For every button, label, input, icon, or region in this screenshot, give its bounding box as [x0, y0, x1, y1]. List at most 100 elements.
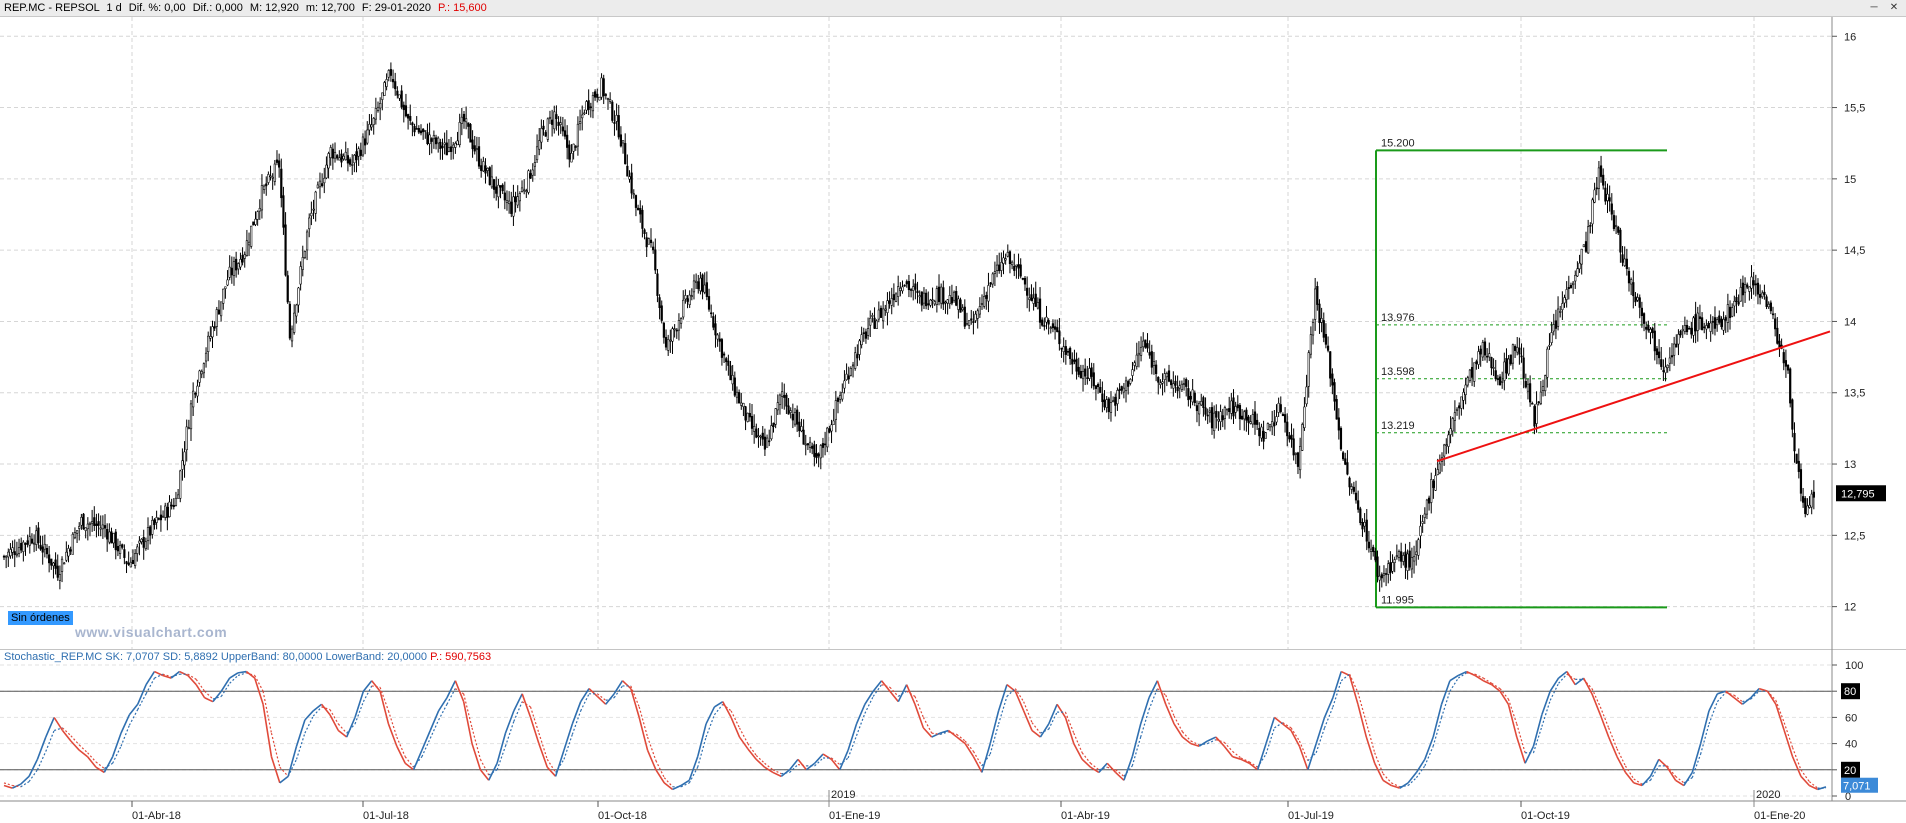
candle-body	[192, 390, 195, 408]
candle-body	[1148, 352, 1151, 356]
sk-line-segment	[1415, 758, 1426, 773]
candle-body	[250, 225, 253, 247]
candle-body	[422, 128, 425, 133]
candle-body	[417, 128, 420, 133]
candle-body	[1716, 319, 1719, 326]
candle-body	[1563, 297, 1566, 304]
candle-body	[243, 254, 246, 259]
candle-body	[284, 224, 287, 276]
candle-body	[1066, 350, 1070, 353]
candle-body	[1664, 366, 1667, 374]
date-tick-label: 01-Oct-19	[1521, 810, 1570, 822]
candle-body	[841, 392, 844, 400]
sk-line-segment	[204, 697, 214, 703]
candle-body	[933, 301, 936, 305]
candle-body	[632, 193, 635, 196]
candle-body	[452, 144, 455, 149]
candle-body	[1625, 258, 1628, 270]
candle-body	[73, 532, 77, 539]
orders-badge[interactable]: Sin órdenes	[8, 611, 73, 625]
candle-body	[58, 574, 61, 581]
sd-line-segment	[28, 769, 38, 782]
candle-body	[542, 125, 545, 130]
candle-body	[1096, 384, 1100, 388]
candle-body	[1427, 497, 1431, 504]
candle-body	[729, 365, 732, 381]
stochastic-sk: SK: 7,0707	[105, 651, 160, 663]
candle-body	[411, 122, 414, 126]
candle-body	[1114, 396, 1117, 406]
candle-body	[219, 301, 223, 317]
sk-line-segment	[3, 784, 13, 789]
candle-body	[224, 286, 227, 289]
candle-body	[370, 124, 373, 128]
candle-body	[849, 367, 852, 376]
close-icon[interactable]: ✕	[1889, 3, 1899, 13]
candle-body	[241, 254, 244, 263]
candle-body	[1051, 323, 1055, 329]
candle-body	[166, 506, 169, 519]
sk-line-segment	[646, 749, 657, 771]
candle-body	[725, 358, 728, 363]
candle-body	[1700, 317, 1704, 330]
candle-body	[1049, 327, 1052, 329]
candle-body	[131, 559, 135, 565]
candle-body	[1477, 351, 1480, 365]
candle-body	[690, 295, 693, 297]
sk-line-segment	[1708, 693, 1719, 712]
candle-body	[288, 303, 291, 339]
price-chart[interactable]: 15.20013.97613.59813.21911.995 1615,5151…	[0, 17, 1906, 649]
candle-body	[1812, 491, 1815, 498]
candle-body	[1144, 339, 1147, 348]
candle-body	[172, 505, 175, 507]
candle-body	[1202, 397, 1205, 408]
candle-body	[866, 328, 870, 336]
stochastic-panel[interactable]: 100 60 40 0 80 20 7,071 01-Abr-18 01-Jul-18 01-O…	[0, 649, 1906, 823]
candle-body	[937, 286, 941, 302]
candle-body	[308, 217, 311, 230]
stochastic-name: Stochastic_REP.MC	[4, 651, 103, 663]
candle-body	[1000, 262, 1003, 271]
date-tick-label: 01-Jul-18	[363, 810, 409, 822]
candle-body	[149, 526, 152, 536]
candle-body	[1380, 574, 1383, 579]
candle-body	[1619, 229, 1622, 253]
candle-body	[211, 326, 214, 338]
candle-body	[1174, 380, 1177, 386]
minimize-icon[interactable]: ─	[1869, 3, 1879, 13]
candle-body	[907, 281, 911, 291]
candle-body	[460, 116, 463, 124]
candle-body	[1533, 406, 1536, 427]
sk-line-segment	[571, 701, 582, 725]
candle-body	[1266, 423, 1269, 430]
candle-body	[998, 264, 1001, 272]
sk-line-segment	[154, 670, 164, 677]
candle-body	[847, 375, 850, 380]
candle-body	[755, 428, 758, 438]
sk-line-segment	[111, 732, 122, 757]
candle-body	[765, 437, 769, 448]
candle-body	[22, 541, 25, 552]
sk-line-segment	[513, 693, 523, 712]
candle-body	[821, 443, 825, 448]
candle-body	[757, 435, 760, 437]
candle-body	[1167, 370, 1171, 382]
candle-body	[348, 159, 352, 165]
candle-body	[445, 142, 448, 156]
candle-body	[1421, 521, 1424, 524]
sk-line-segment	[45, 717, 55, 738]
candle-body	[1623, 258, 1626, 266]
timeframe-label[interactable]: 1 d	[102, 2, 121, 14]
candle-body	[1587, 226, 1590, 254]
candle-body	[1260, 426, 1263, 439]
date-tick-label: 01-Abr-19	[1061, 810, 1110, 822]
candle-body	[477, 146, 481, 167]
candle-body	[24, 543, 27, 545]
candle-body	[525, 190, 528, 192]
candle-body	[490, 176, 494, 188]
trendline[interactable]	[1436, 330, 1831, 463]
candle-body	[1410, 557, 1414, 570]
candle-body	[1668, 357, 1671, 364]
candle-body	[1711, 321, 1714, 323]
candle-body	[1662, 370, 1665, 372]
